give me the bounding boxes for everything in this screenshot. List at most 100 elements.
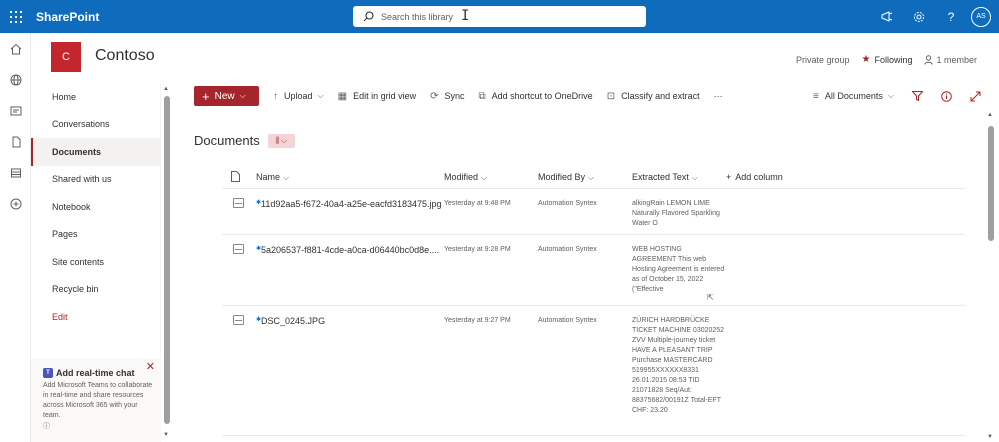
view-lines-icon: ≡	[813, 90, 819, 102]
chevron-down-icon: ⌵	[239, 91, 246, 100]
search-box[interactable]: I	[353, 6, 646, 27]
expand-button[interactable]	[970, 91, 981, 102]
lists-icon[interactable]	[0, 157, 31, 188]
extracted-text-cell: ZÜRICH HARDBRÜCKE TICKET MACHINE 0302025…	[632, 317, 725, 414]
sync-label: Sync	[444, 91, 465, 101]
scroll-down-icon[interactable]: ▼	[987, 434, 993, 440]
avatar[interactable]: AS	[971, 6, 991, 27]
globe-icon[interactable]	[0, 64, 31, 95]
following-button[interactable]: Following	[874, 55, 912, 65]
nav-item-pages[interactable]: Pages	[31, 221, 160, 249]
column-header-modified[interactable]: Modified ⌵	[444, 172, 538, 183]
create-icon[interactable]	[0, 188, 31, 219]
table-row[interactable]: ✱DSC_0245.JPG Yesterday at 9:27 PM Autom…	[222, 306, 965, 436]
scroll-up-icon[interactable]: ▲	[163, 86, 169, 92]
app-rail	[0, 33, 31, 442]
nav-edit-link[interactable]: Edit	[31, 303, 160, 331]
scroll-down-icon[interactable]: ▼	[163, 432, 169, 438]
chevron-down-icon: ⌵	[317, 91, 324, 100]
library-title: Documents	[194, 133, 260, 148]
nav-scrollbar-thumb[interactable]	[164, 96, 170, 424]
plus-icon: +	[726, 172, 732, 182]
nav-item-recycle-bin[interactable]: Recycle bin	[31, 276, 160, 304]
chevron-down-icon: ⌵	[481, 172, 488, 182]
open-in-new-icon[interactable]: ⇱	[707, 293, 714, 303]
more-options-button[interactable]: ···	[714, 91, 723, 101]
expand-icon	[970, 91, 981, 101]
privacy-label: Private group	[795, 54, 850, 65]
modified-cell: Yesterday at 9:28 PM	[444, 246, 511, 253]
modified-by-cell[interactable]: Automation Syntex	[538, 235, 632, 305]
edit-grid-button[interactable]: ▦ Edit in grid view	[338, 91, 416, 102]
command-bar: + New ⌵ ↑ Upload ⌵ ▦ Edit in grid view ⟳…	[175, 83, 999, 109]
site-title[interactable]: Contoso	[95, 47, 155, 65]
news-icon[interactable]	[0, 95, 31, 126]
add-shortcut-button[interactable]: ⧉ Add shortcut to OneDrive	[479, 91, 593, 102]
info-icon[interactable]: ⓘ	[43, 421, 153, 431]
add-column-label: Add column	[735, 172, 783, 182]
modified-cell: Yesterday at 9:48 PM	[444, 200, 511, 207]
upload-icon: ↑	[273, 90, 278, 102]
shortcut-icon: ⧉	[478, 90, 486, 102]
nav-scrollbar[interactable]: ▲ ▼	[162, 86, 172, 438]
files-icon[interactable]	[0, 126, 31, 157]
search-input[interactable]	[381, 11, 581, 22]
content-scrollbar-thumb[interactable]	[988, 126, 994, 241]
megaphone-icon[interactable]	[871, 0, 903, 33]
home-icon[interactable]	[0, 33, 31, 64]
nav-item-notebook[interactable]: Notebook	[31, 193, 160, 221]
upload-label: Upload	[284, 91, 313, 101]
content-scrollbar[interactable]: ▲ ▼	[986, 112, 996, 440]
nav-item-site-contents[interactable]: Site contents	[31, 248, 160, 276]
table-row[interactable]: ✱11d92aa5-f672-40a4-a25e-eacfd3183475.jp…	[222, 189, 965, 235]
app-launcher-icon[interactable]	[0, 0, 32, 33]
filter-button[interactable]	[912, 91, 923, 101]
nav-item-shared-with-us[interactable]: Shared with us	[31, 166, 160, 194]
view-label: All Documents	[824, 91, 883, 101]
file-name-link[interactable]: 5a206537-f881-4cde-a0ca-d06440bc0d8e....	[261, 245, 439, 255]
teams-icon: T	[43, 368, 53, 378]
more-icon: ···	[713, 91, 723, 101]
star-icon: ★	[861, 54, 871, 65]
help-icon[interactable]: ?	[935, 0, 967, 33]
chat-card-title[interactable]: Add real-time chat	[56, 368, 135, 378]
teams-chat-card: ✕ T Add real-time chat Add Microsoft Tea…	[31, 358, 161, 442]
filter-icon	[912, 91, 923, 101]
column-modified-label: Modified	[444, 171, 479, 182]
sync-button[interactable]: ⟳ Sync	[430, 91, 464, 102]
app-name[interactable]: SharePoint	[36, 10, 99, 24]
upload-button[interactable]: ↑ Upload ⌵	[273, 91, 324, 102]
site-logo[interactable]: C	[51, 42, 81, 72]
scroll-up-icon[interactable]: ▲	[987, 112, 993, 118]
file-name-link[interactable]: 11d92aa5-f672-40a4-a25e-eacfd3183475.jpg	[261, 199, 442, 209]
library-view-switcher[interactable]: ⫼ ⌵	[267, 133, 295, 148]
new-button[interactable]: + New ⌵	[194, 86, 259, 106]
classify-label: Classify and extract	[621, 91, 700, 101]
info-pane-button[interactable]	[941, 90, 952, 102]
chevron-down-icon: ⌵	[283, 172, 290, 182]
extracted-text-cell: WEB HOSTING AGREEMENT This web Hosting A…	[632, 246, 725, 293]
settings-gear-icon[interactable]	[903, 0, 935, 33]
table-row[interactable]: ✱5a206537-f881-4cde-a0ca-d06440bc0d8e...…	[222, 235, 965, 306]
grid-header: Name ⌵ Modified ⌵ Modified By ⌵ Extracted T…	[222, 166, 965, 189]
chevron-down-icon: ⌵	[588, 172, 595, 182]
classify-icon: ⊡	[606, 90, 616, 102]
view-selector[interactable]: ≡ All Documents ⌵	[813, 91, 894, 102]
column-name-label: Name	[256, 171, 281, 182]
modified-by-cell[interactable]: Automation Syntex	[538, 189, 632, 234]
nav-item-home[interactable]: Home	[31, 83, 160, 111]
nav-item-conversations[interactable]: Conversations	[31, 111, 160, 139]
nav-item-documents[interactable]: Documents	[31, 138, 160, 166]
column-header-modified-by[interactable]: Modified By ⌵	[538, 172, 632, 183]
site-header: C Contoso Private group ★ Following 1 me…	[31, 33, 999, 83]
modified-by-cell[interactable]: Automation Syntex	[538, 306, 632, 435]
file-name-link[interactable]: DSC_0245.JPG	[261, 316, 325, 326]
suite-bar: SharePoint I ? AS	[0, 0, 999, 33]
close-icon[interactable]: ✕	[146, 360, 155, 373]
members-button[interactable]: 1 member	[936, 55, 977, 65]
classify-extract-button[interactable]: ⊡ Classify and extract	[607, 91, 700, 102]
column-header-extracted-text[interactable]: Extracted Text ⌵	[632, 172, 726, 183]
file-type-header[interactable]	[222, 170, 252, 184]
column-header-name[interactable]: Name ⌵	[252, 172, 444, 183]
add-column-button[interactable]: + Add column	[726, 172, 846, 182]
